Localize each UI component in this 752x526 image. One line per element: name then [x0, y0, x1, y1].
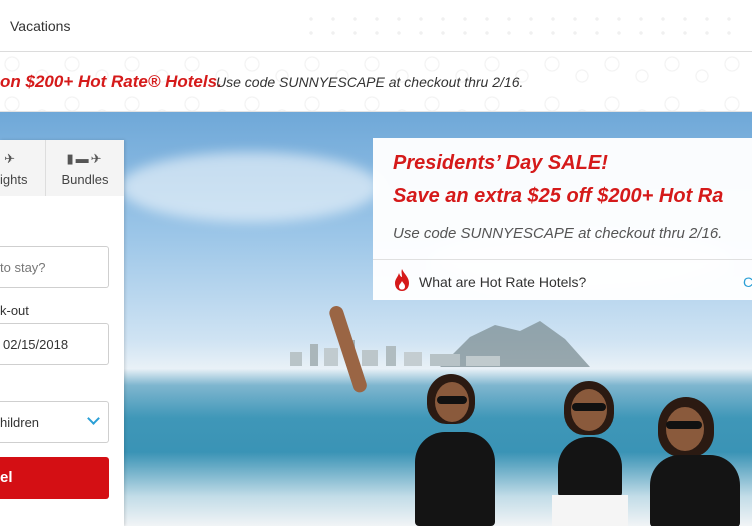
- airplane-icon: ✈: [4, 151, 17, 166]
- sunglasses: [572, 403, 606, 411]
- white-skirt: [552, 495, 628, 526]
- hot-rate-info-link[interactable]: What are Hot Rate Hotels?: [419, 274, 586, 290]
- card-divider: [373, 259, 752, 260]
- product-tabs: ✈ ights ▮▬✈ Bundles: [0, 140, 124, 196]
- person-left: [327, 304, 515, 526]
- person-right: [640, 397, 752, 526]
- person-center: [530, 377, 650, 526]
- chevron-down-icon: [87, 412, 100, 425]
- checkout-date-value: 02/15/2018: [3, 337, 69, 352]
- tab-bundles-label: Bundles: [61, 172, 109, 187]
- tab-flights[interactable]: ✈ ights: [0, 140, 46, 196]
- checkout-date-input[interactable]: 02/15/2018: [0, 323, 109, 365]
- sale-card: Presidents’ Day SALE! Save an extra $25 …: [373, 138, 752, 300]
- tab-flights-label: ights: [0, 172, 28, 187]
- nav-vacations-link[interactable]: Vacations: [10, 18, 70, 34]
- search-panel: ✈ ights ▮▬✈ Bundles to stay? k-out 02/15…: [0, 140, 124, 526]
- sale-title: Presidents’ Day SALE!: [393, 152, 608, 174]
- cloud: [120, 152, 380, 222]
- top-nav: Vacations: [0, 0, 752, 52]
- tab-bundles[interactable]: ▮▬✈ Bundles: [46, 140, 124, 196]
- destination-placeholder: to stay?: [0, 260, 46, 275]
- nav-decoration: [300, 12, 740, 40]
- promo-banner[interactable]: on $200+ Hot Rate® Hotels. Use code SUNN…: [0, 52, 752, 112]
- promo-code-text: Use code SUNNYESCAPE at checkout thru 2/…: [216, 74, 524, 90]
- hotel-car-flight-icon: ▮▬✈: [66, 151, 104, 166]
- destination-input[interactable]: to stay?: [0, 246, 109, 288]
- guests-select[interactable]: hildren: [0, 401, 109, 443]
- sale-subtitle: Save an extra $25 off $200+ Hot Ra: [393, 185, 724, 207]
- checkout-label: k-out: [0, 303, 29, 318]
- flame-icon: [395, 269, 409, 291]
- black-top: [415, 432, 495, 526]
- sunglasses: [666, 421, 702, 429]
- promo-headline: on $200+ Hot Rate® Hotels.: [0, 72, 222, 91]
- find-hotel-button[interactable]: el: [0, 457, 109, 499]
- find-hotel-button-label: el: [0, 469, 13, 486]
- card-more-link[interactable]: C: [743, 274, 752, 290]
- face: [666, 407, 704, 451]
- sunglasses: [437, 396, 467, 404]
- guests-value: hildren: [0, 415, 40, 430]
- sale-code-text: Use code SUNNYESCAPE at checkout thru 2/…: [393, 225, 723, 242]
- black-top: [558, 437, 622, 497]
- black-top: [650, 455, 740, 526]
